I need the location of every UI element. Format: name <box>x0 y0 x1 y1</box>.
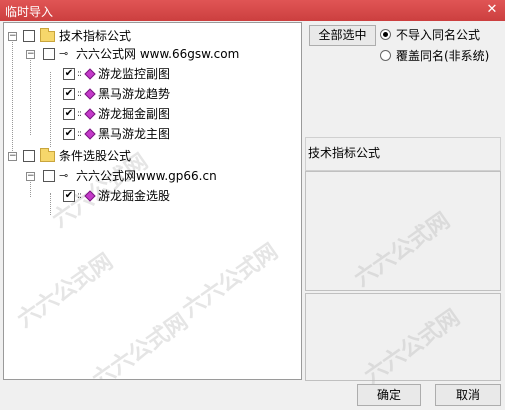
checkbox[interactable]: ✔ <box>63 88 75 100</box>
watermark: 六六公式网 <box>350 208 455 292</box>
gem-icon <box>84 88 96 100</box>
checkbox[interactable]: ✔ <box>63 108 75 120</box>
preview-panel: 六六公式网 <box>305 293 501 389</box>
formula-icon: :: <box>77 69 82 79</box>
tree-group-label: 条件选股公式 <box>59 149 132 163</box>
tree-node[interactable]: − ⊸ 六六公式网www.gp66.cn <box>4 167 294 185</box>
tree-item[interactable]: ✔ :: 黑马游龙主图 <box>4 125 294 143</box>
cancel-button[interactable]: 取消 <box>435 384 501 406</box>
watermark: 六六公式网 <box>88 309 193 380</box>
watermark: 六六公式网 <box>360 305 465 389</box>
tree-item-label: 黑马游龙主图 <box>98 127 171 141</box>
tree-node[interactable]: − ⊸ 六六公式网 www.66gsw.com <box>4 45 294 63</box>
checkbox[interactable]: ✔ <box>63 128 75 140</box>
tree-group-label: 技术指标公式 <box>59 29 132 43</box>
checkbox[interactable]: ✔ <box>63 68 75 80</box>
tree-node-label: 六六公式网 www.66gsw.com <box>76 47 240 61</box>
gem-icon <box>84 190 96 202</box>
formula-icon: :: <box>77 129 82 139</box>
checkbox[interactable] <box>23 30 35 42</box>
gem-icon <box>84 108 96 120</box>
select-all-button[interactable]: 全部选中 <box>309 25 376 46</box>
watermark: 六六公式网 <box>178 239 283 323</box>
title-bar: 临时导入 ✕ <box>0 0 505 21</box>
collapse-icon[interactable]: − <box>8 32 17 41</box>
tree-item-label: 游龙掘金选股 <box>98 189 171 203</box>
collapse-icon[interactable]: − <box>8 152 17 161</box>
formula-icon: :: <box>77 109 82 119</box>
radio-no-import[interactable] <box>380 29 391 40</box>
gem-icon <box>84 68 96 80</box>
tree-item-label: 游龙掘金副图 <box>98 107 171 121</box>
formula-tree[interactable]: 六六公式网 六六公式网 六六公式网 六六公式网 − 技术指标公式 − ⊸ 六六公… <box>3 22 302 380</box>
radio-overwrite-label[interactable]: 覆盖同名(非系统) <box>396 47 489 64</box>
watermark: 六六公式网 <box>13 249 118 333</box>
category-label: 技术指标公式 <box>308 146 381 160</box>
folder-icon <box>40 148 55 162</box>
description-panel: 六六公式网 <box>305 171 501 292</box>
tree-item[interactable]: ✔ :: 游龙监控副图 <box>4 65 294 83</box>
checkbox[interactable] <box>43 170 55 182</box>
tree-item[interactable]: ✔ :: 游龙掘金副图 <box>4 105 294 123</box>
close-icon[interactable]: ✕ <box>485 2 499 17</box>
tree-node-label: 六六公式网www.gp66.cn <box>76 169 217 183</box>
checkbox[interactable] <box>23 150 35 162</box>
collapse-icon[interactable]: − <box>26 50 35 59</box>
ok-button[interactable]: 确定 <box>357 384 421 406</box>
folder-icon <box>40 28 55 42</box>
key-icon: ⊸ <box>59 169 69 182</box>
gem-icon <box>84 128 96 140</box>
checkbox[interactable]: ✔ <box>63 190 75 202</box>
category-panel: 技术指标公式 <box>305 137 501 171</box>
tree-item[interactable]: ✔ :: 黑马游龙趋势 <box>4 85 294 103</box>
formula-icon: :: <box>77 191 82 201</box>
radio-no-import-label[interactable]: 不导入同名公式 <box>396 26 480 43</box>
key-icon: ⊸ <box>59 47 69 60</box>
formula-icon: :: <box>77 89 82 99</box>
tree-item[interactable]: ✔ :: 游龙掘金选股 <box>4 187 294 205</box>
checkbox[interactable] <box>43 48 55 60</box>
tree-group[interactable]: − 技术指标公式 <box>4 27 294 45</box>
tree-group[interactable]: − 条件选股公式 <box>4 147 294 165</box>
tree-item-label: 黑马游龙趋势 <box>98 87 171 101</box>
window-title: 临时导入 <box>5 5 54 19</box>
tree-item-label: 游龙监控副图 <box>98 67 171 81</box>
collapse-icon[interactable]: − <box>26 172 35 181</box>
radio-overwrite[interactable] <box>380 50 391 61</box>
